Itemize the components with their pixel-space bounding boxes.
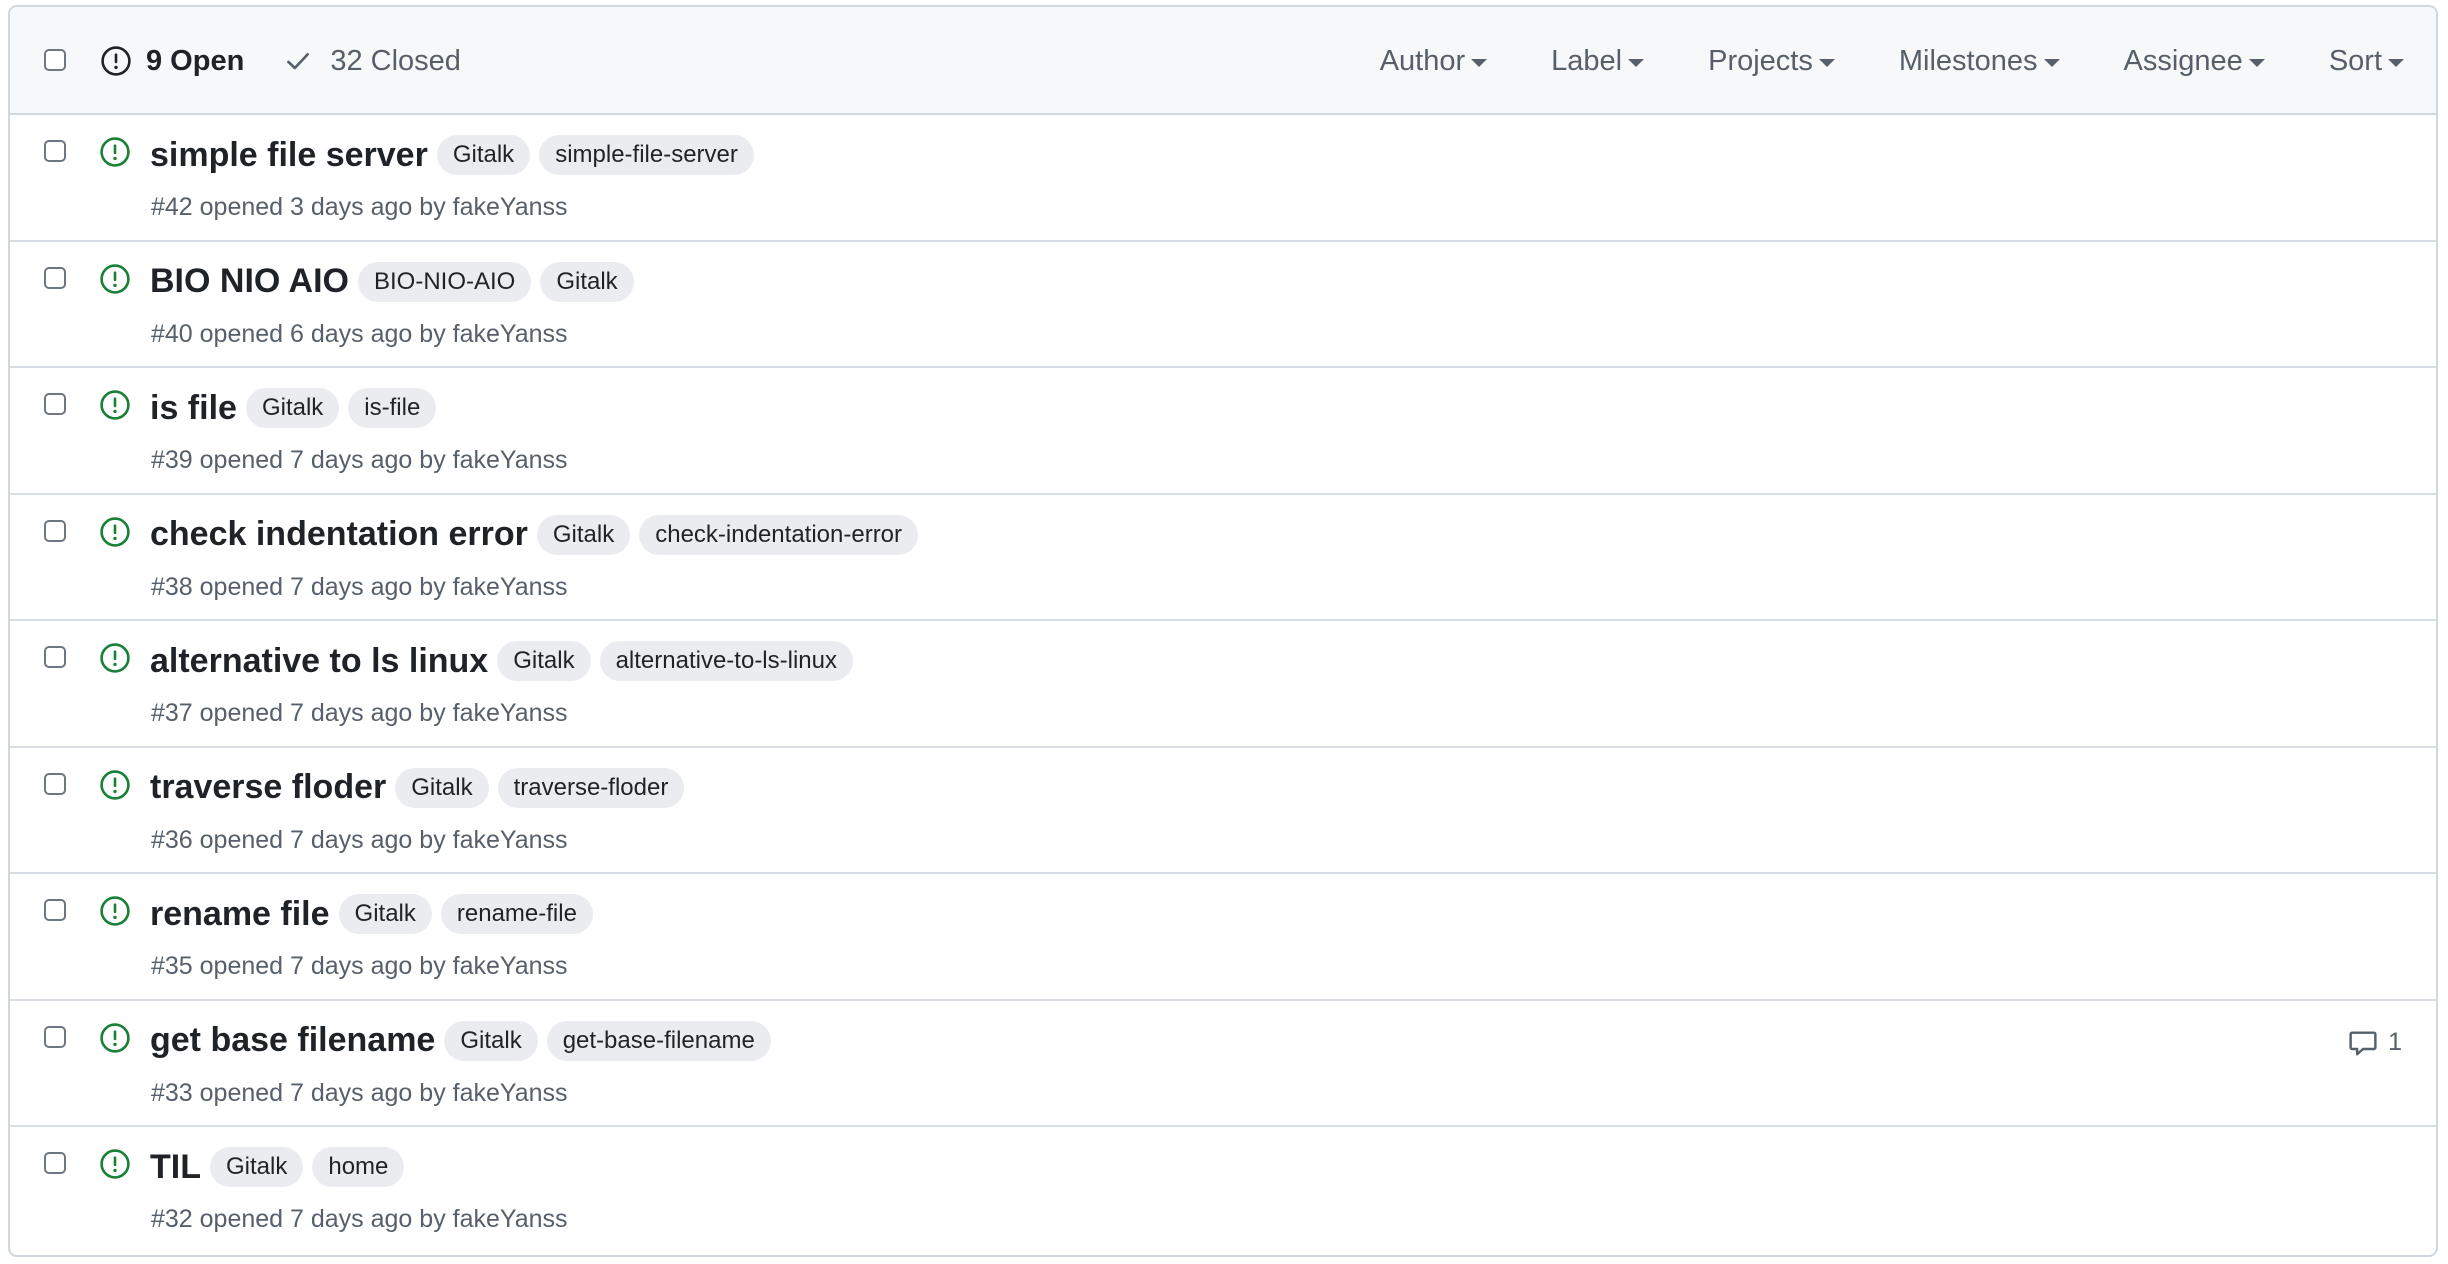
issue-row: BIO NIO AIO BIO-NIO-AIO Gitalk #40 opene… [10,242,2436,368]
issue-label[interactable]: Gitalk [540,261,634,302]
open-count: 9 Open [146,44,245,77]
sort-filter[interactable]: Sort [2329,45,2404,78]
issue-opened-icon [100,769,130,800]
issue-label[interactable]: Gitalk [338,894,432,934]
issue-label[interactable]: home [312,1147,405,1187]
issue-label[interactable]: get-base-filename [546,1020,771,1061]
issue-title-link[interactable]: BIO NIO AIO [150,262,349,301]
issue-title-line: is file Gitalk is-file [150,388,445,428]
issue-meta: #39 opened 7 days ago by fakeYanss [151,446,568,474]
issue-label[interactable]: Gitalk [395,767,489,808]
caret-down-icon [2388,59,2404,67]
issue-row: simple file server Gitalk simple-file-se… [10,115,2436,242]
issue-meta: #38 opened 7 days ago by fakeYanss [151,572,568,601]
issue-meta: #35 opened 7 days ago by fakeYanss [151,952,568,980]
open-issues-tab[interactable]: 9 Open [100,45,244,78]
issue-label[interactable]: Gitalk [245,388,340,428]
issue-title-link[interactable]: get base filename [150,1021,435,1060]
issue-opened-icon [101,46,131,76]
issue-opened-icon [100,1022,130,1053]
issue-meta: #33 opened 7 days ago by fakeYanss [151,1078,568,1107]
issue-label[interactable]: Gitalk [436,135,531,175]
issue-checkbox[interactable] [44,266,66,289]
issue-title-link[interactable]: check indentation error [150,515,528,554]
caret-down-icon [1818,59,1835,67]
filter-bar: Author Label Projects Milestones Assigne… [1316,7,2404,115]
issue-row: rename file Gitalk rename-file #35 opene… [10,874,2436,1001]
issue-checkbox[interactable] [44,1025,66,1048]
issue-label[interactable]: simple-file-server [539,135,754,175]
issue-title-link[interactable]: is file [150,389,237,428]
issue-row: alternative to ls linux Gitalk alternati… [10,621,2436,748]
issue-title-line: TIL Gitalk home [150,1147,413,1187]
assignee-filter[interactable]: Assignee [2124,45,2265,78]
caret-down-icon [2043,59,2060,67]
label-filter[interactable]: Label [1551,45,1645,78]
issue-opened-icon [100,390,130,420]
issue-row: get base filename Gitalk get-base-filena… [10,1001,2436,1127]
issue-label[interactable]: alternative-to-ls-linux [599,641,853,681]
issue-opened-icon [100,516,130,547]
issue-title-line: traverse floder Gitalk traverse-floder [150,767,693,808]
issue-label[interactable]: Gitalk [497,641,591,681]
issue-checkbox[interactable] [44,772,66,795]
issues-list-header: 9 Open 32 Closed Author Label Projects M… [10,7,2436,115]
author-filter[interactable]: Author [1380,45,1488,78]
issue-label[interactable]: is-file [348,388,437,428]
issue-label[interactable]: BIO-NIO-AIO [357,261,532,302]
issue-rows: simple file server Gitalk simple-file-se… [10,115,2436,1254]
issue-meta: #37 opened 7 days ago by fakeYanss [151,699,568,727]
closed-issues-tab[interactable]: 32 Closed [284,45,461,78]
projects-filter[interactable]: Projects [1708,45,1835,78]
issue-title-line: rename file Gitalk rename-file [150,894,602,934]
issue-title-link[interactable]: traverse floder [150,768,386,807]
select-all-checkbox[interactable] [44,49,66,71]
issue-title-link[interactable]: TIL [150,1148,201,1187]
issue-row: is file Gitalk is-file #39 opened 7 days… [10,368,2436,495]
caret-down-icon [1628,59,1645,67]
issue-row: traverse floder Gitalk traverse-floder #… [10,748,2436,874]
issue-meta: #40 opened 6 days ago by fakeYanss [151,319,568,348]
issue-opened-icon [100,137,130,167]
issue-title-link[interactable]: simple file server [150,136,428,175]
caret-down-icon [2248,59,2265,67]
issue-title-link[interactable]: rename file [150,895,330,934]
comment-icon [2349,1030,2377,1055]
issue-checkbox[interactable] [44,393,66,415]
issue-meta: #42 opened 3 days ago by fakeYanss [151,193,568,221]
issue-label[interactable]: rename-file [440,894,593,934]
issue-checkbox[interactable] [44,646,66,668]
issue-checkbox[interactable] [44,519,66,542]
issue-label[interactable]: Gitalk [209,1147,304,1187]
issue-label[interactable]: traverse-floder [497,767,685,808]
caret-down-icon [1471,59,1488,67]
comment-count: 1 [2388,1028,2402,1056]
check-icon [287,53,310,70]
issue-title-line: check indentation error Gitalk check-ind… [150,514,927,555]
closed-count: 32 Closed [330,44,461,77]
issue-label[interactable]: Gitalk [444,1020,538,1061]
issue-checkbox[interactable] [44,899,66,921]
issue-opened-icon [100,896,130,926]
issue-opened-icon [100,1149,130,1179]
issue-title-line: simple file server Gitalk simple-file-se… [150,135,763,175]
issue-title-line: alternative to ls linux Gitalk alternati… [150,641,862,681]
issue-label[interactable]: Gitalk [536,514,631,555]
issue-title-line: BIO NIO AIO BIO-NIO-AIO Gitalk [150,261,643,302]
issue-checkbox[interactable] [44,140,66,162]
issue-label[interactable]: check-indentation-error [639,514,919,555]
milestones-filter[interactable]: Milestones [1899,45,2060,78]
comments-link[interactable]: 1 [2348,1028,2402,1058]
issue-checkbox[interactable] [44,1152,66,1174]
issues-list-box: 9 Open 32 Closed Author Label Projects M… [8,5,2438,1257]
issue-title-link[interactable]: alternative to ls linux [150,642,488,681]
issue-row: check indentation error Gitalk check-ind… [10,495,2436,621]
issue-opened-icon [100,263,130,294]
issue-opened-icon [100,643,130,673]
issue-title-line: get base filename Gitalk get-base-filena… [150,1020,780,1061]
issue-state-tabs: 9 Open 32 Closed [100,7,461,115]
issue-row: TIL Gitalk home #32 opened 7 days ago by… [10,1127,2436,1254]
issue-meta: #36 opened 7 days ago by fakeYanss [151,825,568,854]
issue-meta: #32 opened 7 days ago by fakeYanss [151,1205,568,1233]
